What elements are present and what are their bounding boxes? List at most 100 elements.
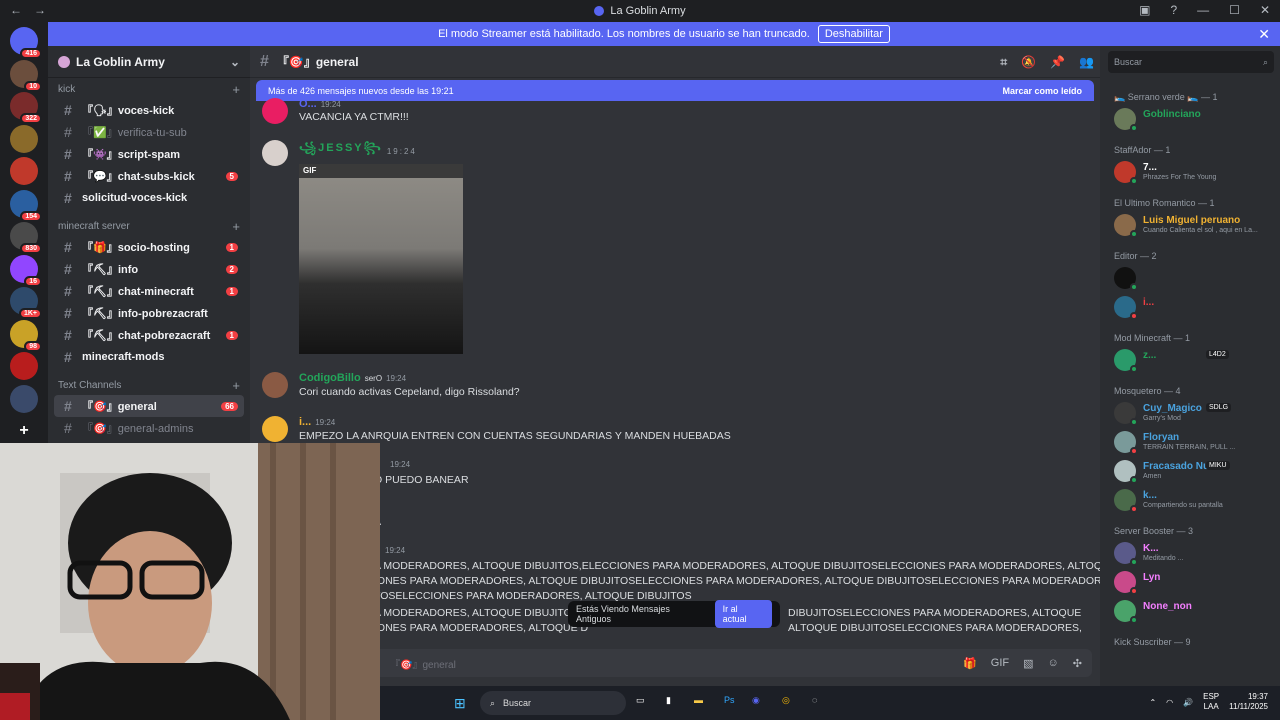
chevron-up-icon[interactable]: ⌃ [1149, 698, 1156, 707]
member-item[interactable]: Lyn [1114, 569, 1274, 595]
role-header: StaffAdor — 1 [1114, 145, 1171, 155]
server-icon[interactable]: 10 [10, 59, 42, 92]
server-icon[interactable] [10, 352, 38, 380]
inbox-icon[interactable]: ▣ [1139, 3, 1150, 17]
channel-item[interactable]: # 『⛏』info-pobrezacraft [54, 302, 244, 324]
server-icon[interactable]: 1K+ [10, 287, 42, 319]
member-item[interactable]: None_non [1114, 598, 1274, 624]
member-name: 7... [1143, 162, 1157, 173]
gift-icon[interactable]: 🎁 [963, 657, 977, 670]
server-icon[interactable] [10, 384, 38, 413]
channel-category[interactable]: Text Channels + [48, 376, 250, 395]
discord-icon[interactable]: ◉ [752, 695, 760, 706]
wifi-icon[interactable]: ◠ [1166, 698, 1173, 707]
maximize-button[interactable]: ☐ [1229, 3, 1240, 17]
taskbar-search[interactable]: ⌕ Buscar [480, 691, 626, 715]
streamer-mode-banner: El modo Streamer está habilitado. Los no… [48, 22, 1280, 46]
member-item[interactable]: 7... Phrazes For The Young [1114, 159, 1274, 185]
member-item[interactable]: K... Meditando ... [1114, 540, 1274, 566]
gif-attachment[interactable]: GIF [299, 164, 463, 354]
channel-category[interactable]: minecraft server + [48, 217, 250, 236]
member-item[interactable]: k... Compartiendo su pantalla [1114, 487, 1274, 513]
message-input[interactable]: 『🎯』general 🎁 GIF ▧ ☺ ✣ [258, 649, 1092, 677]
apps-icon[interactable]: ✣ [1073, 657, 1082, 670]
avatar[interactable] [262, 140, 288, 166]
add-channel-icon[interactable]: + [232, 82, 240, 97]
member-item[interactable]: Goblinciano [1114, 106, 1274, 132]
channel-item[interactable]: # solicitud-voces-kick [54, 187, 244, 209]
channel-item[interactable]: # 『🎯』general-admins [54, 417, 244, 439]
message-text: ALTOQUE DIBUJITOSELECCIONES PARA MODERAD… [788, 622, 1082, 634]
gif-icon[interactable]: GIF [991, 657, 1009, 670]
avatar[interactable] [262, 372, 288, 398]
username[interactable]: O... [299, 98, 317, 110]
emoji-icon[interactable]: ☺ [1048, 657, 1059, 670]
chevron-down-icon[interactable]: ⌄ [230, 55, 240, 69]
add-server-icon[interactable]: + [10, 417, 38, 445]
files-icon[interactable]: ▮ [666, 695, 671, 706]
channel-item[interactable]: # minecraft-mods [54, 346, 244, 368]
channel-category[interactable]: kick + [48, 80, 250, 99]
username[interactable]: i... [299, 416, 311, 428]
channel-item[interactable]: # 『💬』chat-subs-kick 5 [54, 165, 244, 187]
channel-item[interactable]: # 『⛏』info 2 [54, 258, 244, 280]
channel-item[interactable]: # 『🗣』voces-kick [54, 99, 244, 121]
chrome-icon[interactable]: ◎ [782, 695, 790, 706]
members-icon[interactable]: 👥 [1079, 55, 1094, 70]
server-icon[interactable]: 830 [10, 222, 42, 254]
forward-arrow-icon[interactable]: → [34, 3, 46, 17]
new-messages-bar[interactable]: Más de 426 mensajes nuevos desde las 19:… [256, 80, 1094, 101]
channel-item[interactable]: # 『🎁』socio-hosting 1 [54, 236, 244, 258]
add-channel-icon[interactable]: + [232, 378, 240, 393]
username[interactable]: ꧁JESSY꧂ [299, 140, 383, 162]
help-icon[interactable]: ? [1170, 3, 1177, 17]
channel-item[interactable]: # 『⛏』chat-pobrezacraft 1 [54, 324, 244, 346]
add-channel-icon[interactable]: + [232, 219, 240, 234]
windows-start-icon[interactable]: ⊞ [454, 695, 466, 712]
channel-item[interactable]: # 『🎯』general 66 [54, 395, 244, 417]
close-button[interactable]: ✕ [1260, 3, 1270, 17]
server-icon[interactable]: 416 [10, 27, 42, 59]
channel-item[interactable]: # 『✅』verifica-tu-sub [54, 121, 244, 143]
member-status: Phrazes For The Young [1143, 174, 1217, 181]
member-item[interactable]: Floryan TERRAIN TERRAIN, PULL ... [1114, 429, 1274, 455]
clock-time[interactable]: 19:37 [1248, 692, 1268, 701]
server-icon[interactable]: 154 [10, 189, 42, 222]
server-icon[interactable]: 98 [10, 319, 42, 352]
back-arrow-icon[interactable]: ← [10, 3, 22, 17]
member-item[interactable]: Luis Miguel peruano Cuando Calienta el so… [1114, 212, 1274, 238]
task-view-icon[interactable]: ▭ [636, 695, 645, 706]
member-item[interactable] [1114, 265, 1274, 291]
server-icon[interactable]: 16 [10, 254, 42, 287]
server-icon[interactable] [10, 124, 38, 153]
member-item[interactable]: z... L4D2 [1114, 347, 1274, 373]
message-placeholder: 『🎯』general [390, 659, 456, 671]
message-text: O PUEDO BANEAR [374, 474, 469, 486]
channel-item[interactable]: # 『👾』script-spam [54, 143, 244, 165]
server-icon[interactable]: 322 [10, 92, 42, 124]
photoshop-icon[interactable]: Ps [724, 695, 735, 705]
minimize-button[interactable]: — [1197, 3, 1209, 17]
keyboard-lang[interactable]: ESP [1203, 692, 1219, 701]
jump-to-present-button[interactable]: Ir al actual [714, 600, 772, 628]
sticker-icon[interactable]: ▧ [1023, 657, 1033, 670]
avatar[interactable] [262, 416, 288, 442]
channel-item[interactable]: # 『⛏』chat-minecraft 1 [54, 280, 244, 302]
member-item[interactable]: Fracasado Nu... Amen MIKU [1114, 458, 1274, 484]
obs-icon[interactable]: ◌ [812, 695, 817, 705]
member-item[interactable]: i... [1114, 294, 1274, 320]
member-item[interactable]: Cuy_Magico Garry's Mod SDLG [1114, 400, 1274, 426]
server-header[interactable]: La Goblin Army ⌄ [48, 46, 250, 78]
notifications-icon[interactable]: 🔕 [1021, 55, 1036, 70]
close-icon[interactable]: ✕ [1258, 26, 1270, 43]
server-icon[interactable] [10, 157, 38, 185]
pin-icon[interactable]: 📌 [1050, 55, 1065, 70]
search-input[interactable]: Buscar ⌕ [1108, 51, 1274, 73]
avatar[interactable] [262, 98, 288, 124]
disable-streamer-button[interactable]: Deshabilitar [817, 25, 890, 43]
volume-icon[interactable]: 🔊 [1183, 698, 1193, 707]
username[interactable]: CodigoBillo [299, 372, 361, 384]
folder-icon[interactable]: ▬ [694, 695, 703, 705]
mark-read-button[interactable]: Marcar como leído [1002, 86, 1082, 96]
threads-icon[interactable]: ⌗ [1000, 55, 1007, 70]
